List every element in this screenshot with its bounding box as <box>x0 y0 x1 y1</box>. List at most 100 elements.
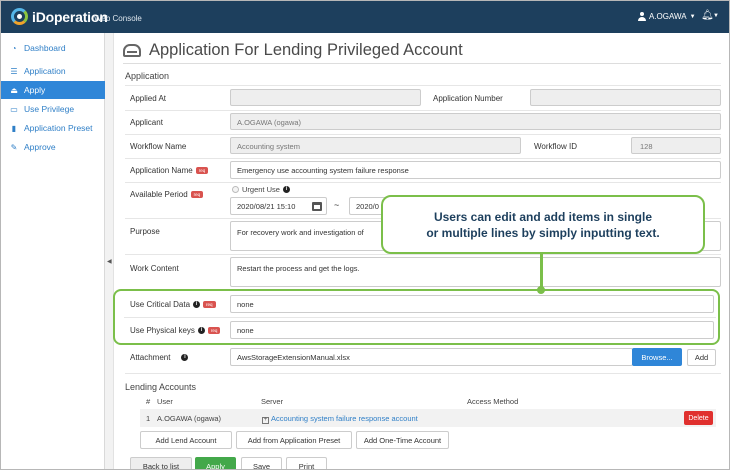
laptop-icon: ▭ <box>10 104 18 114</box>
print-button[interactable]: Print <box>286 457 327 469</box>
edit-icon: ✎ <box>10 142 18 152</box>
attachment-field[interactable]: AwsStorageExtensionManual.xlsx <box>230 348 633 366</box>
back-to-list-button[interactable]: Back to list <box>130 457 192 469</box>
application-number-field <box>530 89 721 106</box>
add-attachment-button[interactable]: Add <box>687 349 716 366</box>
radio-icon <box>232 186 239 193</box>
sidebar-item-application-preset[interactable]: ▮ Application Preset <box>1 119 105 137</box>
purpose-label: Purpose <box>130 227 160 236</box>
divider <box>123 63 721 64</box>
application-name-label: Application Name req <box>130 166 209 175</box>
required-badge: req <box>207 327 221 334</box>
info-icon[interactable]: i <box>197 327 205 334</box>
divider <box>125 158 721 159</box>
required-badge: req <box>203 301 216 308</box>
sidebar-item-label: Application <box>24 66 66 76</box>
user-name: A.OGAWA <box>649 12 687 21</box>
applicant-field: A.OGAWA (ogawa) <box>230 113 721 130</box>
divider <box>125 134 721 135</box>
applied-at-field <box>230 89 421 106</box>
user-menu[interactable]: A.OGAWA ▼ <box>638 12 696 21</box>
critical-data-label: Use Critical Data i req <box>130 300 216 309</box>
sidebar-item-use-privilege[interactable]: ▭ Use Privilege <box>1 100 105 118</box>
sidebar-item-dashboard[interactable]: ◔ Dashboard <box>1 39 105 57</box>
workflow-id-label: Workflow ID <box>534 142 577 151</box>
application-name-input[interactable]: Emergency use accounting system failure … <box>230 161 721 179</box>
physical-keys-input[interactable]: none <box>230 321 714 339</box>
sidebar: ◔ Dashboard ☰ Application ⏏ Apply ▭ Use … <box>1 33 105 469</box>
divider <box>125 85 721 86</box>
sidebar-item-label: Application Preset <box>24 123 93 133</box>
callout-line-2: or multiple lines by simply inputting te… <box>426 225 660 240</box>
applied-at-label: Applied At <box>130 94 167 103</box>
period-start-input[interactable]: 2020/08/21 15:10 <box>230 197 327 215</box>
server-link[interactable]: Accounting system failure response accou… <box>271 414 418 423</box>
sidebar-item-label: Use Privilege <box>24 104 75 114</box>
list-icon: ☰ <box>10 66 18 76</box>
sidebar-item-label: Approve <box>24 142 56 152</box>
chevron-left-icon: ◀ <box>107 259 112 265</box>
chevron-down-icon[interactable]: ▼ <box>713 13 719 19</box>
column-header-number: # <box>146 397 151 406</box>
bell-icon[interactable]: 🔔︎ <box>701 10 714 21</box>
sidebar-item-approve[interactable]: ✎ Approve <box>1 138 105 156</box>
work-content-textarea[interactable]: Restart the process and get the logs. <box>230 257 721 287</box>
brand-subtitle: Web Console <box>94 14 142 23</box>
row-user: A.OGAWA (ogawa) <box>157 414 222 423</box>
info-icon[interactable]: i <box>282 186 290 193</box>
divider <box>125 182 721 183</box>
required-badge: req <box>195 167 209 174</box>
app-window: iDoperation Web Console A.OGAWA ▼ 🔔︎ ▼ ◔… <box>0 0 730 470</box>
sidebar-collapse-handle[interactable]: ◀ <box>105 33 114 469</box>
row-number: 1 <box>146 414 151 423</box>
callout-dot <box>537 286 545 294</box>
column-header-user: User <box>157 397 173 406</box>
workflow-id-field: 128 <box>631 137 721 154</box>
add-one-time-account-button[interactable]: Add One-Time Account <box>356 431 449 449</box>
sidebar-item-label: Apply <box>24 85 46 95</box>
available-period-label: Available Period req <box>130 190 204 199</box>
urgent-use-label: Urgent Use <box>242 185 280 194</box>
callout-box: Users can edit and add items in single o… <box>381 195 705 254</box>
row-server[interactable]: + Accounting system failure response acco… <box>262 414 418 424</box>
info-icon[interactable]: i <box>193 301 201 308</box>
save-button[interactable]: Save <box>241 457 282 469</box>
sidebar-item-apply[interactable]: ⏏ Apply <box>1 81 105 99</box>
info-icon[interactable]: i <box>181 354 189 361</box>
divider <box>125 373 721 374</box>
period-separator: ~ <box>334 200 340 210</box>
callout-line-1: Users can edit and add items in single <box>433 209 653 224</box>
physical-keys-label: Use Physical keys i req <box>130 326 221 335</box>
tray-icon <box>123 44 141 57</box>
add-from-preset-button[interactable]: Add from Application Preset <box>236 431 352 449</box>
required-badge: req <box>190 191 204 198</box>
period-start-value: 2020/08/21 15:10 <box>237 201 296 211</box>
applicant-label: Applicant <box>130 118 163 127</box>
workflow-name-label: Workflow Name <box>130 142 187 151</box>
bookmark-icon: ▮ <box>11 123 17 133</box>
logo-icon <box>11 8 28 25</box>
sidebar-item-application[interactable]: ☰ Application <box>1 62 105 80</box>
apply-button[interactable]: Apply <box>195 457 236 469</box>
section-title-application: Application <box>125 71 170 81</box>
delete-row-button[interactable]: Delete <box>684 411 713 425</box>
callout-connector <box>540 253 543 289</box>
column-header-server: Server <box>261 397 284 406</box>
divider <box>125 110 721 111</box>
sidebar-item-label: Dashboard <box>24 43 66 53</box>
table-row <box>140 409 716 427</box>
urgent-use-radio[interactable]: Urgent Use i <box>232 185 290 194</box>
browse-button[interactable]: Browse... <box>632 348 682 366</box>
divider <box>124 317 716 318</box>
attachment-label: Attachment i <box>130 353 189 362</box>
add-lend-account-button[interactable]: Add Lend Account <box>140 431 232 449</box>
dashboard-icon: ◔ <box>11 43 17 53</box>
application-number-label: Application Number <box>433 94 503 103</box>
tray-icon: ⏏ <box>10 85 18 95</box>
work-content-label: Work Content <box>130 264 179 273</box>
section-title-lending-accounts: Lending Accounts <box>125 382 197 392</box>
expand-icon[interactable]: + <box>262 417 269 424</box>
calendar-icon[interactable] <box>312 201 322 211</box>
page-title: Application For Lending Privileged Accou… <box>149 41 463 59</box>
critical-data-input[interactable]: none <box>230 295 714 313</box>
